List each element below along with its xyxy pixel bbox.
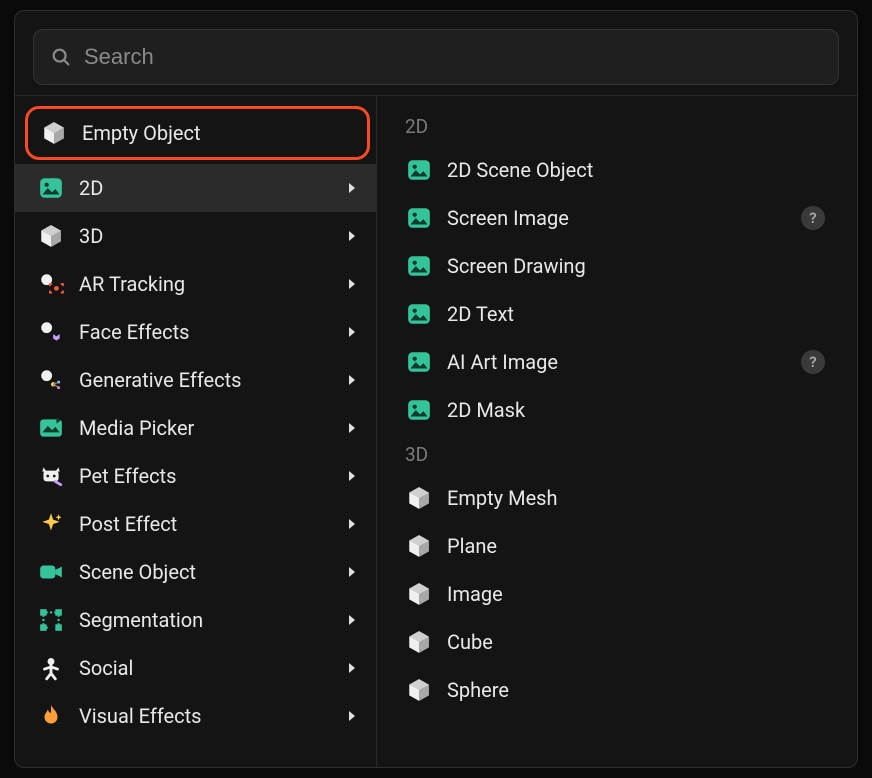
chevron-right-icon — [346, 182, 358, 194]
image-green-icon — [405, 204, 433, 232]
item-label: Plane — [447, 534, 825, 558]
image-green-icon — [405, 156, 433, 184]
category-scene-object[interactable]: Scene Object — [15, 548, 376, 596]
help-icon[interactable]: ? — [801, 350, 825, 374]
category-label: Media Picker — [79, 416, 346, 440]
media-picker-icon — [37, 414, 65, 442]
item-label: 2D Scene Object — [447, 158, 825, 182]
category-label: 2D — [79, 176, 346, 200]
chevron-right-icon — [346, 662, 358, 674]
search-box[interactable] — [33, 29, 839, 85]
item-label: Empty Mesh — [447, 486, 825, 510]
category-label: AR Tracking — [79, 272, 346, 296]
item-image-3d[interactable]: Image — [377, 570, 849, 618]
cube-white-icon — [405, 532, 433, 560]
search-wrap — [15, 11, 857, 95]
category-label: 3D — [79, 224, 346, 248]
item-2d-scene-object[interactable]: 2D Scene Object — [377, 146, 849, 194]
item-screen-image[interactable]: Screen Image? — [377, 194, 849, 242]
category-column: Empty Object 2D 3D AR Tracking Face Effects G… — [15, 96, 377, 767]
category-label: Empty Object — [82, 121, 349, 145]
chevron-right-icon — [346, 518, 358, 530]
image-green-icon — [405, 300, 433, 328]
category-face-effects[interactable]: Face Effects — [15, 308, 376, 356]
search-input[interactable] — [84, 44, 822, 70]
sparkle-icon — [37, 510, 65, 538]
chevron-right-icon — [346, 326, 358, 338]
segmentation-icon — [37, 606, 65, 634]
image-green-icon — [37, 174, 65, 202]
items-column: 2D 2D Scene Object Screen Image? Screen Dra… — [377, 96, 857, 767]
category-social[interactable]: Social — [15, 644, 376, 692]
help-icon[interactable]: ? — [801, 206, 825, 230]
ar-tracking-icon — [37, 270, 65, 298]
item-2d-mask[interactable]: 2D Mask — [377, 386, 849, 434]
cube-white-icon — [405, 676, 433, 704]
chevron-right-icon — [346, 470, 358, 482]
cube-white-icon — [405, 484, 433, 512]
category-visual-effects[interactable]: Visual Effects — [15, 692, 376, 740]
item-sphere[interactable]: Sphere — [377, 666, 849, 714]
category-label: Segmentation — [79, 608, 346, 632]
image-green-icon — [405, 396, 433, 424]
person-icon — [37, 654, 65, 682]
category-post-effect[interactable]: Post Effect — [15, 500, 376, 548]
image-green-icon — [405, 252, 433, 280]
columns: Empty Object 2D 3D AR Tracking Face Effects G… — [15, 95, 857, 767]
chevron-right-icon — [346, 422, 358, 434]
category-label: Scene Object — [79, 560, 346, 584]
cube-white-icon — [405, 628, 433, 656]
category-label: Social — [79, 656, 346, 680]
section-header: 3D — [377, 434, 849, 474]
item-label: Sphere — [447, 678, 825, 702]
item-screen-drawing[interactable]: Screen Drawing — [377, 242, 849, 290]
category-pet-effects[interactable]: Pet Effects — [15, 452, 376, 500]
add-object-panel: Empty Object 2D 3D AR Tracking Face Effects G… — [14, 10, 858, 768]
item-label: 2D Mask — [447, 398, 825, 422]
generative-icon — [37, 366, 65, 394]
chevron-right-icon — [346, 566, 358, 578]
image-green-icon — [405, 348, 433, 376]
item-label: Cube — [447, 630, 825, 654]
camera-icon — [37, 558, 65, 586]
chevron-right-icon — [346, 374, 358, 386]
category-label: Visual Effects — [79, 704, 346, 728]
chevron-right-icon — [346, 278, 358, 290]
item-label: AI Art Image — [447, 350, 801, 374]
section-header: 2D — [377, 106, 849, 146]
category-label: Face Effects — [79, 320, 346, 344]
category-label: Pet Effects — [79, 464, 346, 488]
cube-white-icon — [405, 580, 433, 608]
chevron-right-icon — [346, 614, 358, 626]
item-plane[interactable]: Plane — [377, 522, 849, 570]
item-label: Screen Drawing — [447, 254, 825, 278]
chevron-right-icon — [346, 710, 358, 722]
category-empty-object[interactable]: Empty Object — [25, 106, 370, 160]
category-segmentation[interactable]: Segmentation — [15, 596, 376, 644]
flame-icon — [37, 702, 65, 730]
item-label: Screen Image — [447, 206, 801, 230]
chevron-right-icon — [346, 230, 358, 242]
item-label: 2D Text — [447, 302, 825, 326]
face-effects-icon — [37, 318, 65, 346]
item-empty-mesh[interactable]: Empty Mesh — [377, 474, 849, 522]
category-media-picker[interactable]: Media Picker — [15, 404, 376, 452]
category-label: Generative Effects — [79, 368, 346, 392]
category-generative-effects[interactable]: Generative Effects — [15, 356, 376, 404]
category-3d[interactable]: 3D — [15, 212, 376, 260]
item-label: Image — [447, 582, 825, 606]
category-label: Post Effect — [79, 512, 346, 536]
cube-white-icon — [37, 222, 65, 250]
category-2d[interactable]: 2D — [15, 164, 376, 212]
pet-icon — [37, 462, 65, 490]
item-cube[interactable]: Cube — [377, 618, 849, 666]
cube-white-icon — [40, 119, 68, 147]
category-ar-tracking[interactable]: AR Tracking — [15, 260, 376, 308]
item-ai-art-image[interactable]: AI Art Image? — [377, 338, 849, 386]
item-2d-text[interactable]: 2D Text — [377, 290, 849, 338]
search-icon — [50, 46, 72, 68]
